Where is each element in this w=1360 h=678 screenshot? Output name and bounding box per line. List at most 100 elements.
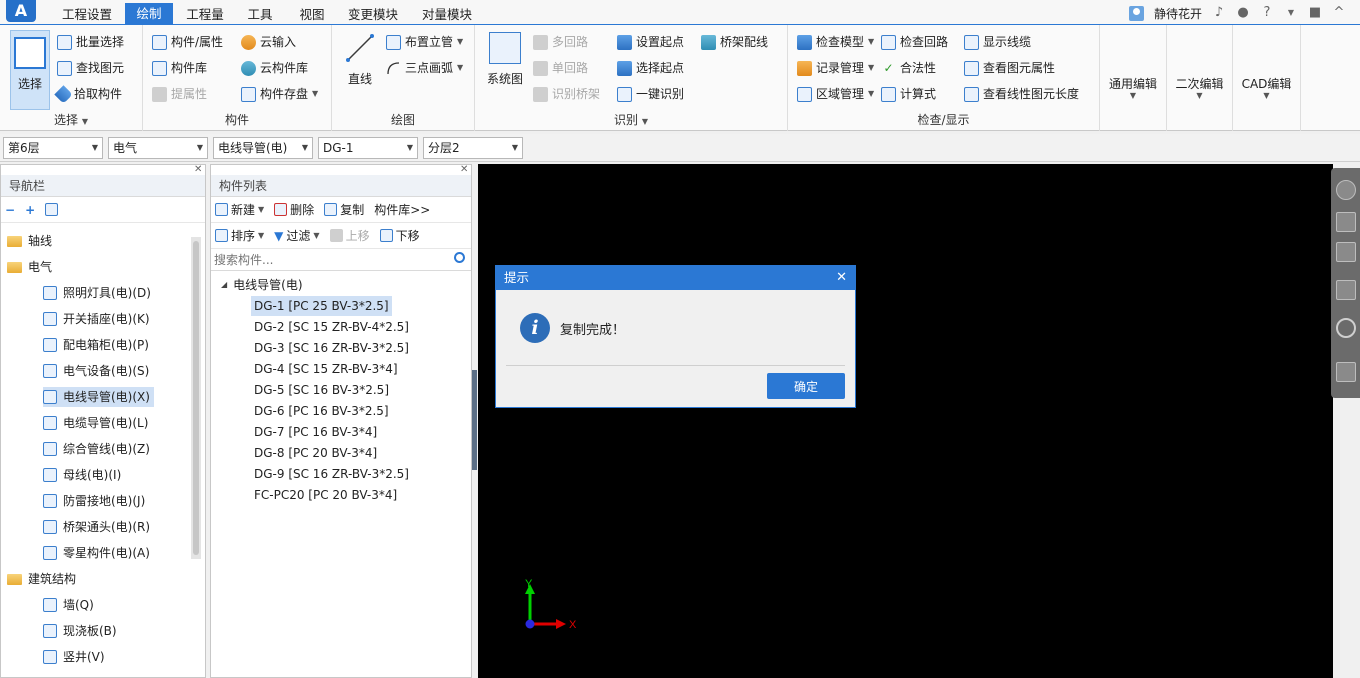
component-search-input[interactable]	[211, 250, 447, 269]
view-linear-length-button[interactable]: 查看线性图元长度	[964, 84, 1079, 104]
tab-draw[interactable]: 绘制	[125, 3, 173, 25]
nav-category[interactable]: 建筑结构	[7, 569, 76, 589]
drawing-canvas[interactable]: Y X	[478, 164, 1333, 678]
sort-button[interactable]: 排序 ▼	[215, 227, 264, 244]
region-management-button[interactable]: 区域管理 ▼	[797, 84, 874, 104]
single-circuit-button[interactable]: 单回路	[533, 58, 588, 78]
dialog-title-bar[interactable]: 提示 ✕	[496, 266, 855, 290]
component-tree-root[interactable]: ◢ 电线导管(电)	[221, 275, 303, 295]
component-save-button[interactable]: 构件存盘 ▼	[241, 84, 318, 104]
front-view-icon[interactable]	[1336, 242, 1356, 262]
check-model-button[interactable]: 检查模型 ▼	[797, 32, 874, 52]
ok-button[interactable]: 确定	[767, 373, 845, 399]
component-list-item[interactable]: DG-8 [PC 20 BV-3*4]	[251, 443, 380, 463]
find-element-button[interactable]: 查找图元	[57, 58, 124, 78]
nav-item[interactable]: 现浇板(B)	[43, 621, 117, 641]
component-list-item[interactable]: FC-PC20 [PC 20 BV-3*4]	[251, 485, 400, 505]
one-click-identify-button[interactable]: 一键识别	[617, 84, 684, 104]
expand-all-icon[interactable]: +	[25, 203, 35, 217]
batch-select-button[interactable]: 批量选择	[57, 32, 124, 52]
floor-select[interactable]: 第6层 ▼	[3, 137, 103, 159]
formula-button[interactable]: 计算式	[881, 84, 936, 104]
chat-icon[interactable]: ●	[1236, 6, 1250, 20]
check-circuit-button[interactable]: 检查回路	[881, 32, 948, 52]
tab-view[interactable]: 视图	[292, 4, 332, 25]
nav-item[interactable]: 开关插座(电)(K)	[43, 309, 150, 329]
collapse-all-icon[interactable]: −	[5, 203, 15, 217]
choose-start-button[interactable]: 选择起点	[617, 58, 684, 78]
component-property-button[interactable]: 构件/属性	[152, 32, 223, 52]
place-riser-button[interactable]: 布置立管 ▼	[386, 32, 463, 52]
multi-circuit-button[interactable]: 多回路	[533, 32, 588, 52]
tab-quantity[interactable]: 工程量	[180, 4, 230, 25]
close-icon[interactable]: ✕	[460, 164, 468, 175]
edit-list-icon[interactable]	[45, 203, 59, 216]
ribbon-group-general-edit[interactable]: 通用编辑 ▼	[1100, 25, 1167, 131]
pick-component-button[interactable]: 拾取构件	[54, 84, 122, 104]
nav-item[interactable]: 竖井(V)	[43, 647, 105, 667]
nav-item[interactable]: 综合管线(电)(Z)	[43, 439, 150, 459]
close-icon[interactable]: ✕	[194, 164, 202, 175]
bell-icon[interactable]: ♪	[1212, 6, 1226, 20]
nav-item[interactable]: 配电箱柜(电)(P)	[43, 335, 149, 355]
component-list-item[interactable]: DG-3 [SC 16 ZR-BV-3*2.5]	[251, 338, 412, 358]
validity-button[interactable]: ✓ 合法性	[881, 58, 936, 78]
nav-item[interactable]: 照明灯具(电)(D)	[43, 283, 151, 303]
ribbon-group-cad-edit[interactable]: CAD编辑 ▼	[1233, 25, 1301, 131]
ribbon-group-secondary-edit[interactable]: 二次编辑 ▼	[1167, 25, 1233, 131]
user-avatar-icon[interactable]	[1128, 5, 1144, 21]
chevron-down-icon[interactable]: ▼	[1284, 6, 1298, 20]
show-cables-button[interactable]: 显示线缆	[964, 32, 1031, 52]
navigation-scrollbar[interactable]	[191, 237, 201, 559]
close-icon[interactable]: ✕	[836, 266, 847, 290]
component-library-button[interactable]: 构件库	[152, 58, 207, 78]
copy-button[interactable]: 复制	[324, 201, 364, 218]
move-down-button[interactable]: 下移	[379, 227, 420, 244]
view-element-property-button[interactable]: 查看图元属性	[964, 58, 1055, 78]
nav-item[interactable]: 防雷接地(电)(J)	[43, 491, 145, 511]
orbit-icon[interactable]	[1336, 180, 1356, 200]
component-list-item[interactable]: DG-6 [PC 16 BV-3*2.5]	[251, 401, 392, 421]
move-up-button[interactable]: 上移	[329, 227, 370, 244]
identify-group-label[interactable]: 识别 ▼	[475, 111, 787, 128]
nav-item[interactable]: 桥架通头(电)(R)	[43, 517, 150, 537]
component-select[interactable]: DG-1 ▼	[318, 137, 418, 159]
collapse-icon[interactable]: ^	[1332, 6, 1346, 20]
grid-view-icon[interactable]	[1336, 362, 1356, 382]
record-management-button[interactable]: 记录管理 ▼	[797, 58, 874, 78]
identify-tray-button[interactable]: 识别桥架	[533, 84, 600, 104]
nav-item[interactable]: 电线导管(电)(X)	[43, 387, 154, 407]
shirt-icon[interactable]: ■	[1308, 6, 1322, 20]
select-group-label[interactable]: 选择 ▼	[0, 111, 142, 128]
component-library-link[interactable]: 构件库>>	[374, 201, 430, 218]
nav-item[interactable]: 母线(电)(I)	[43, 465, 121, 485]
top-view-icon[interactable]	[1336, 280, 1356, 300]
search-icon[interactable]	[454, 252, 465, 263]
nav-category[interactable]: 轴线	[7, 231, 52, 251]
component-list-item[interactable]: DG-5 [SC 16 BV-3*2.5]	[251, 380, 392, 400]
username[interactable]: 静待花开	[1154, 5, 1202, 22]
nav-category[interactable]: 电气	[7, 257, 52, 277]
line-button[interactable]: 直线	[340, 32, 380, 92]
select-button[interactable]: 选择	[10, 30, 50, 110]
component-list-item[interactable]: DG-7 [PC 16 BV-3*4]	[251, 422, 380, 442]
navigation-scroll-thumb[interactable]	[193, 241, 199, 555]
type-select[interactable]: 电线导管(电) ▼	[213, 137, 313, 159]
tray-wiring-button[interactable]: 桥架配线	[701, 32, 768, 52]
component-list-item[interactable]: DG-2 [SC 15 ZR-BV-4*2.5]	[251, 317, 412, 337]
cloud-library-button[interactable]: 云构件库	[241, 58, 308, 78]
set-start-button[interactable]: 设置起点	[617, 32, 684, 52]
nav-item[interactable]: 电气设备(电)(S)	[43, 361, 149, 381]
app-logo[interactable]: A	[6, 0, 36, 22]
nav-item[interactable]: 零星构件(电)(A)	[43, 543, 150, 563]
discipline-select[interactable]: 电气 ▼	[108, 137, 208, 159]
view-3d-icon[interactable]	[1336, 212, 1356, 232]
nav-item[interactable]: 墙(Q)	[43, 595, 94, 615]
rotate-icon[interactable]	[1336, 318, 1356, 338]
help-icon[interactable]: ?	[1260, 6, 1274, 20]
tab-tools[interactable]: 工具	[240, 4, 280, 25]
component-list-item[interactable]: DG-9 [SC 16 ZR-BV-3*2.5]	[251, 464, 412, 484]
nav-item[interactable]: 电缆导管(电)(L)	[43, 413, 148, 433]
splitter-handle[interactable]	[472, 370, 477, 470]
tab-change-module[interactable]: 变更模块	[344, 4, 402, 25]
